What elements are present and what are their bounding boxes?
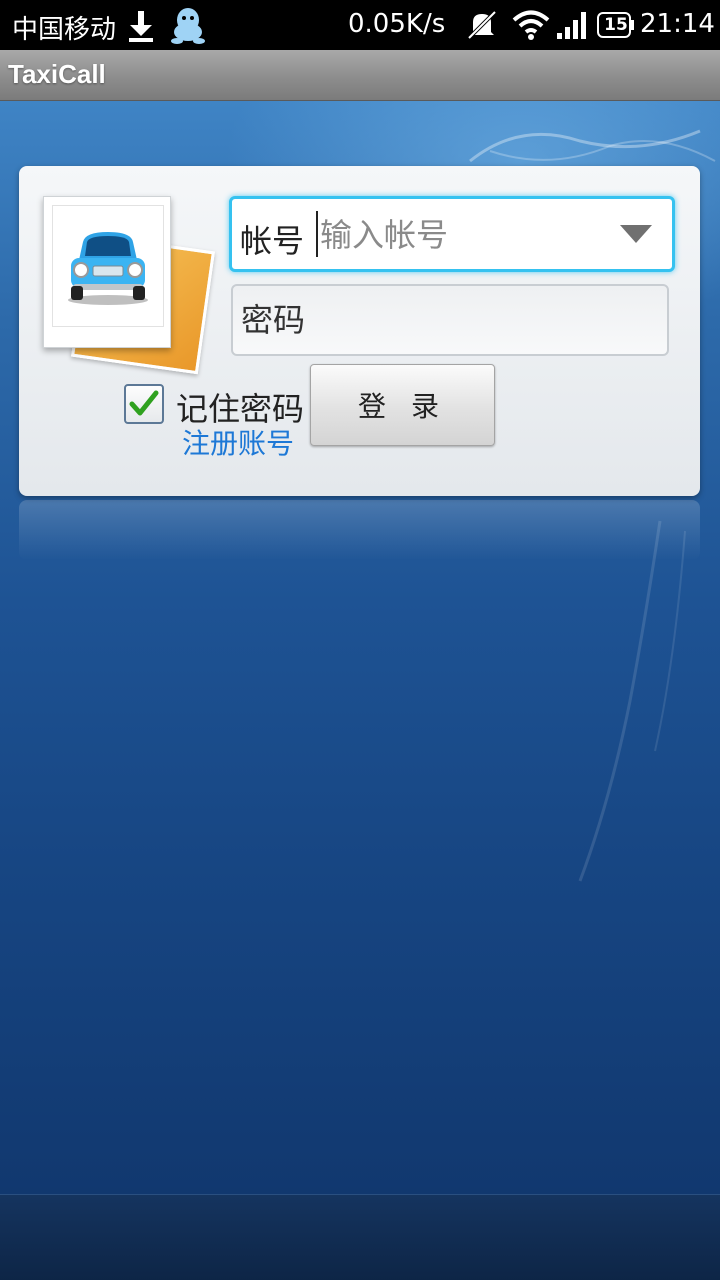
password-input[interactable]	[239, 294, 663, 346]
app-title: TaxiCall	[8, 59, 106, 89]
login-button[interactable]: 登 录	[310, 364, 495, 446]
clock: 21:14	[640, 9, 715, 39]
chevron-down-icon[interactable]	[618, 223, 654, 245]
title-bar: TaxiCall	[0, 50, 720, 101]
qq-icon	[171, 8, 205, 44]
photo-inner	[52, 205, 164, 327]
wifi-icon	[512, 10, 550, 40]
remember-password-checkbox[interactable]	[124, 384, 164, 424]
car-icon	[68, 232, 148, 305]
network-speed: 0.05K/s	[348, 9, 446, 39]
mute-icon	[467, 10, 497, 40]
photo-frame	[43, 196, 171, 348]
battery-icon: 15	[597, 12, 635, 38]
login-card: 帐号 记住密码 注册账号 登 录	[19, 166, 700, 496]
register-account-link[interactable]: 注册账号	[182, 422, 294, 462]
account-label: 帐号	[240, 222, 305, 260]
download-icon	[129, 11, 153, 42]
bottom-bar	[0, 1194, 720, 1280]
carrier-name: 中国移动	[12, 15, 117, 45]
signal-icon	[557, 12, 586, 39]
checkmark-icon	[129, 390, 159, 416]
battery-level: 15	[604, 15, 628, 35]
password-field[interactable]	[231, 284, 669, 356]
card-reflection	[19, 500, 700, 560]
account-field[interactable]: 帐号	[229, 196, 675, 272]
account-input[interactable]	[318, 209, 602, 261]
avatar	[41, 194, 216, 375]
status-bar: 中国移动 0.05K/s 15 21:14	[0, 0, 720, 50]
